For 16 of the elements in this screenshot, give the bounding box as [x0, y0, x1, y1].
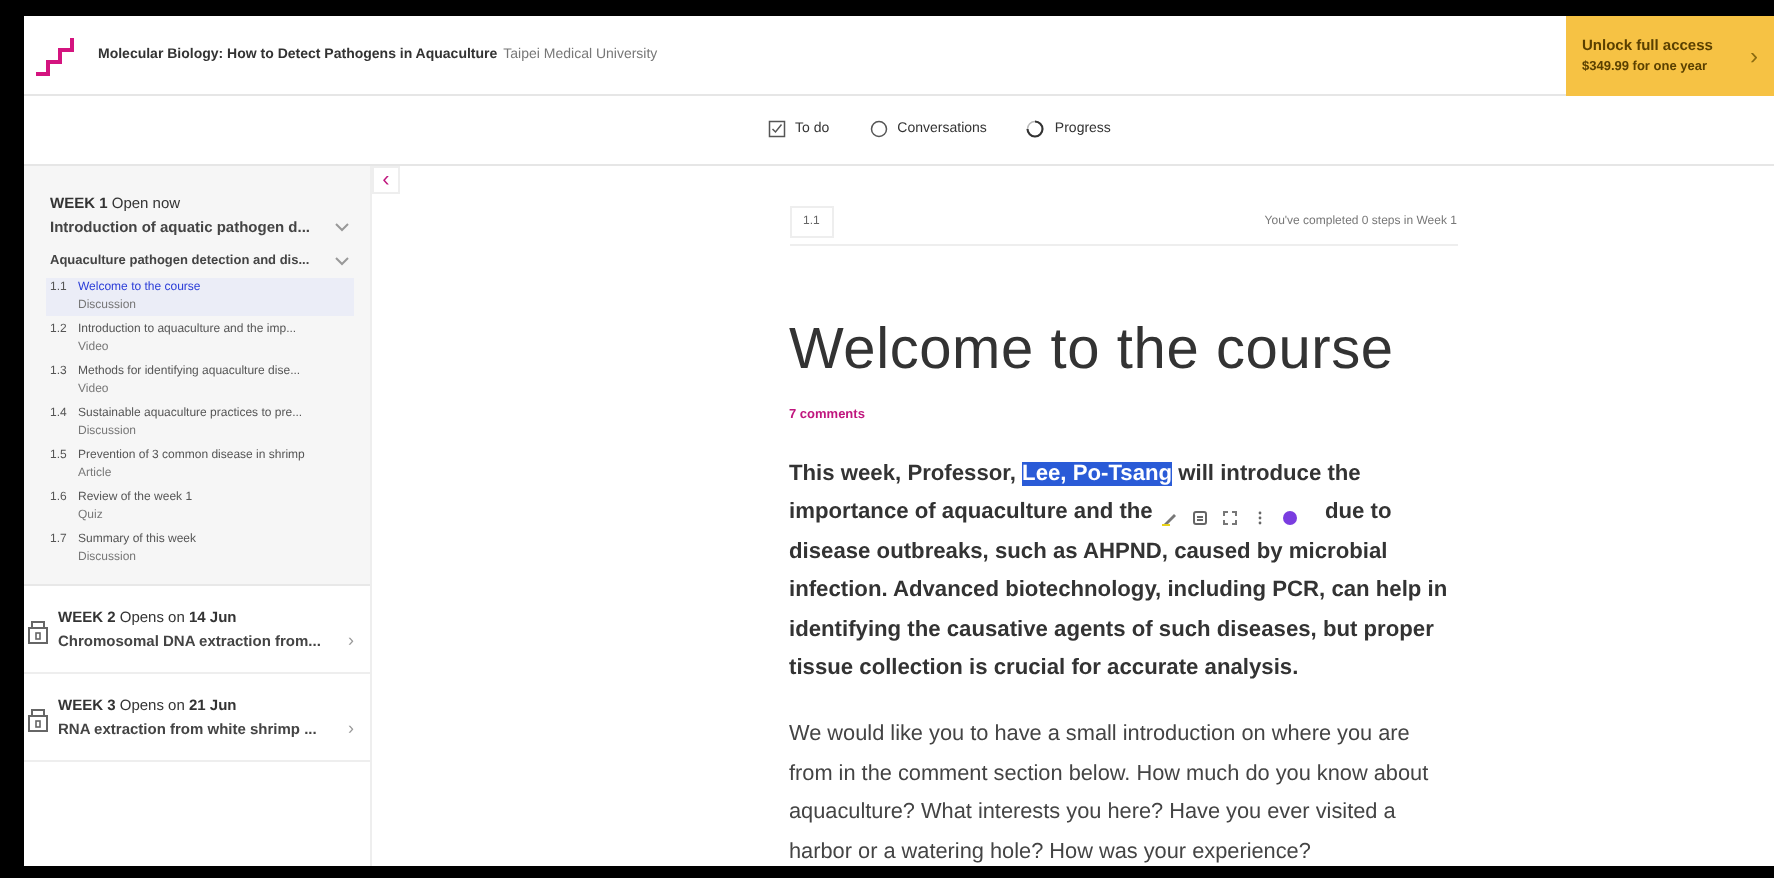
step-title: Welcome to the course [789, 318, 1396, 384]
expand-icon [1222, 510, 1239, 527]
circle-icon [869, 119, 888, 137]
assistant-icon [1282, 510, 1299, 527]
paragraph: This week, Professor, Lee, Po-Tsang will introduce the importance of aquaculture and the due to disease outbreaks, such as AHPND, caused by microbial infection. Advanced biotechnology, including PCR, can help in identifying the causative agents of such diseases, but proper tissue collection is crucial for accurate analysis. [789, 460, 1450, 685]
lock-icon [28, 615, 48, 643]
progress-icon [1026, 119, 1045, 137]
chevron-icon: › [348, 720, 354, 738]
logo-icon [34, 33, 78, 77]
lock-icon [28, 703, 48, 731]
pencil-icon [1162, 510, 1179, 527]
collapse-button[interactable]: ‹ [372, 166, 400, 194]
paragraph: We would like you to have a small introduction on where you are from in the comment section below. How much do you know about aquaculture? What interests you here? Have you ever visited a harbor or a watering hole? How was your experience? [789, 720, 1431, 868]
note-icon [1192, 510, 1209, 527]
checkbox-icon [767, 119, 786, 137]
chevron-icon: › [348, 632, 354, 650]
